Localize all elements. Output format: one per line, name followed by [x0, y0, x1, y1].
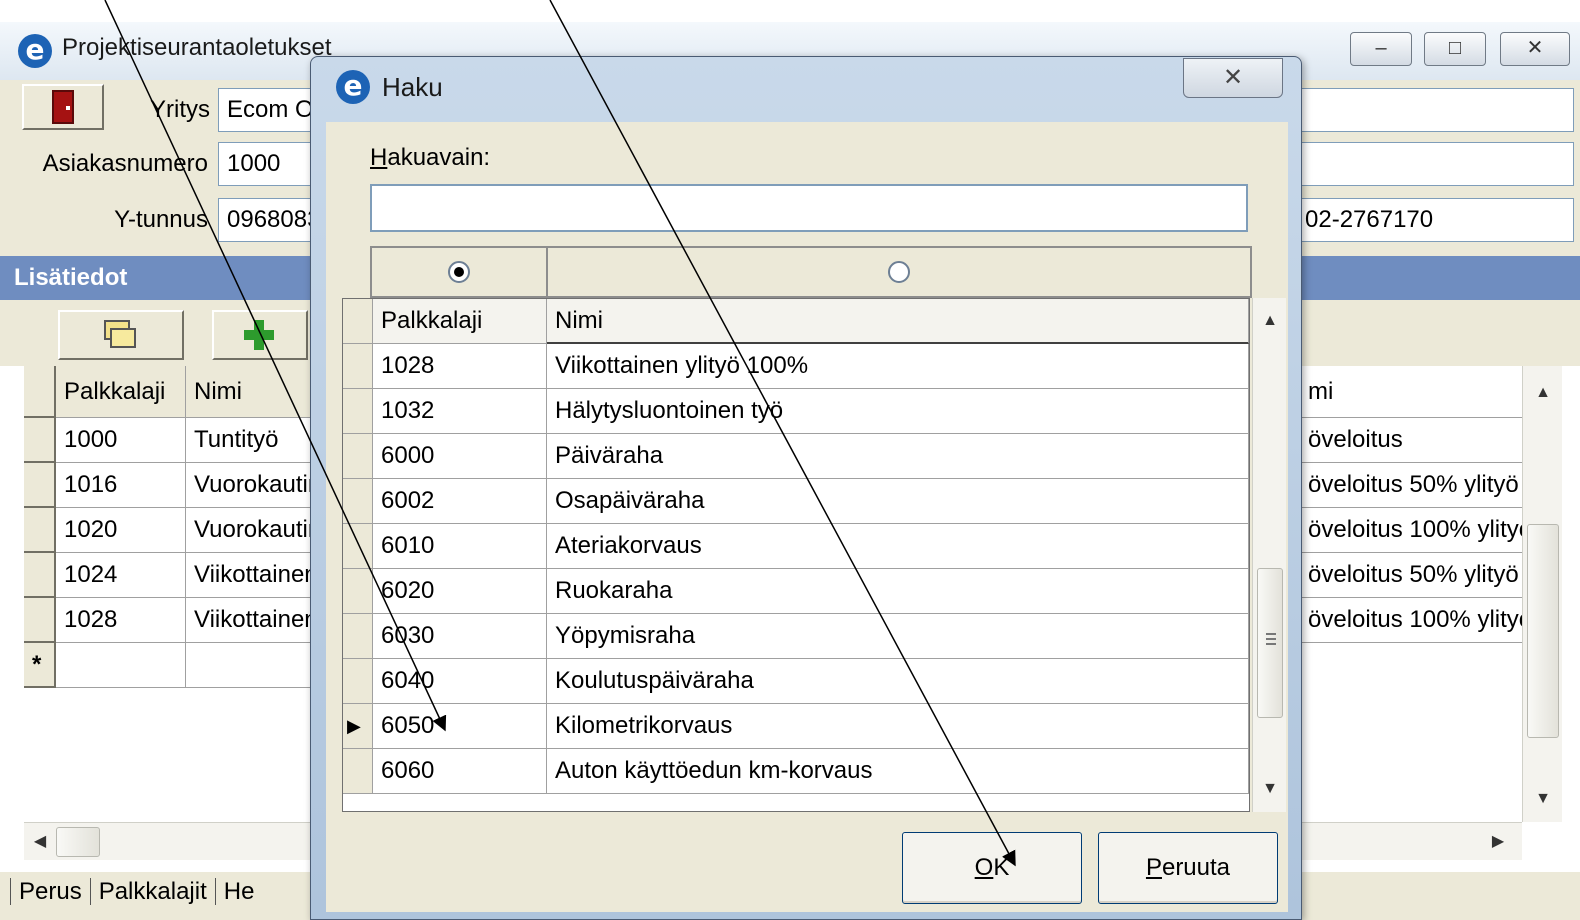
arrow-to-ok: [549, 0, 1016, 867]
arrow-to-6050: [104, 0, 447, 732]
annotation-arrows: [104, 0, 1016, 867]
